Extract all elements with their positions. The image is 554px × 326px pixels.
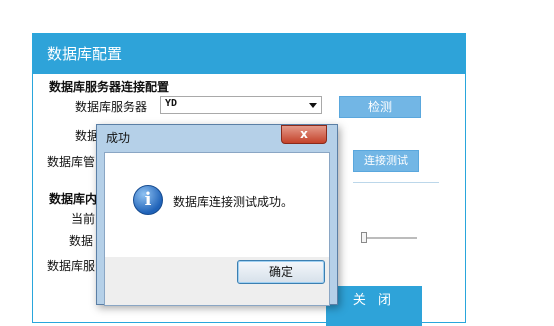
chevron-down-icon	[309, 103, 317, 108]
label-db-server: 数据库服务器	[75, 100, 148, 114]
section-title-connection: 数据库服务器连接配置	[49, 80, 170, 94]
close-icon: x	[300, 127, 308, 141]
label-current-partial: 当前	[71, 212, 96, 226]
label-db-server-2-partial: 数据库服	[47, 259, 96, 273]
panel-header: 数据库配置	[33, 34, 465, 74]
section-divider	[353, 182, 439, 183]
label-db-admin-partial: 数据库管	[47, 155, 96, 169]
dialog-close-button[interactable]: x	[281, 125, 327, 144]
close-button[interactable]: 关 闭	[326, 286, 422, 326]
db-server-select[interactable]: YD	[160, 96, 322, 114]
detect-button[interactable]: 检测	[339, 96, 421, 118]
slider-track[interactable]	[365, 237, 417, 239]
ok-button[interactable]: 确定	[237, 260, 325, 284]
section-title-2-partial: 数据库内	[49, 192, 98, 206]
label-database-2-partial: 数据	[69, 234, 94, 248]
success-dialog: 成功 x i 数据库连接测试成功。 确定	[96, 124, 338, 306]
dialog-body: i 数据库连接测试成功。 确定	[104, 152, 330, 306]
slider-thumb[interactable]	[361, 232, 367, 243]
test-connection-button[interactable]: 连接测试	[353, 150, 419, 172]
dialog-message: 数据库连接测试成功。	[173, 195, 294, 209]
db-server-value: YD	[165, 98, 178, 109]
info-icon: i	[133, 185, 163, 215]
dialog-title: 成功	[106, 131, 131, 145]
